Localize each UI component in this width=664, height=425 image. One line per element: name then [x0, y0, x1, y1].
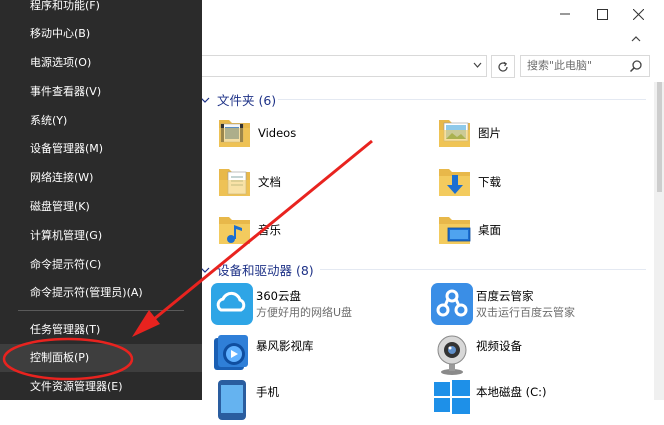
- folder-item-pictures[interactable]: 图片: [436, 114, 501, 152]
- section-divider: [278, 99, 646, 100]
- folder-label: 文档: [258, 175, 281, 189]
- folder-item-documents[interactable]: 文档: [216, 163, 281, 201]
- search-input[interactable]: [521, 56, 627, 74]
- search-icon[interactable]: [629, 59, 643, 73]
- music-folder-icon: [216, 211, 254, 249]
- media-library-icon: [210, 332, 254, 376]
- folder-label: 桌面: [478, 223, 501, 237]
- expand-ribbon-chevron-icon[interactable]: [628, 31, 644, 47]
- menu-item-event-viewer[interactable]: 事件查看器(V): [0, 78, 202, 106]
- section-title: 文件夹 (6): [217, 93, 277, 108]
- winx-context-menu: 程序和功能(F) 移动中心(B) 电源选项(O) 事件查看器(V) 系统(Y) …: [0, 0, 202, 400]
- baidu-cloud-icon: [430, 282, 474, 326]
- device-description: 方便好用的网络U盘: [256, 306, 353, 319]
- menu-item-control-panel[interactable]: 控制面板(P): [0, 344, 202, 372]
- pictures-folder-icon: [436, 114, 474, 152]
- menu-item-command-prompt[interactable]: 命令提示符(C): [0, 251, 202, 279]
- scrollbar-thumb[interactable]: [657, 82, 662, 192]
- section-divider: [320, 269, 646, 270]
- device-tile-360-cloud[interactable]: 360云盘 方便好用的网络U盘: [210, 282, 410, 328]
- address-dropdown-chevron-icon[interactable]: [470, 58, 484, 72]
- device-name: 360云盘: [256, 289, 301, 303]
- folder-label: 图片: [478, 126, 501, 140]
- devices-section-header[interactable]: 设备和驱动器 (8): [200, 260, 314, 279]
- menu-item-programs-and-features[interactable]: 程序和功能(F): [0, 0, 202, 20]
- folder-label: 音乐: [258, 223, 281, 237]
- maximize-button[interactable]: [584, 0, 620, 28]
- documents-folder-icon: [216, 163, 254, 201]
- menu-item-network-connections[interactable]: 网络连接(W): [0, 164, 202, 192]
- device-description: 双击运行百度云管家: [476, 306, 575, 319]
- menu-item-task-manager[interactable]: 任务管理器(T): [0, 316, 202, 344]
- folder-item-downloads[interactable]: 下载: [436, 163, 501, 201]
- videos-folder-icon: [216, 114, 254, 152]
- menu-item-system[interactable]: 系统(Y): [0, 107, 202, 135]
- minimize-button[interactable]: [547, 0, 583, 28]
- device-name: 手机: [256, 385, 279, 399]
- device-tile-phone[interactable]: 手机: [210, 378, 410, 424]
- phone-icon: [210, 378, 254, 422]
- folder-item-music[interactable]: 音乐: [216, 211, 281, 249]
- menu-item-command-prompt-admin[interactable]: 命令提示符(管理员)(A): [0, 279, 202, 307]
- search-box[interactable]: [520, 55, 650, 77]
- folders-section-header[interactable]: 文件夹 (6): [200, 90, 276, 109]
- menu-item-file-explorer[interactable]: 文件资源管理器(E): [0, 373, 202, 401]
- menu-item-power-options[interactable]: 电源选项(O): [0, 49, 202, 77]
- webcam-icon: [430, 332, 474, 376]
- section-title: 设备和驱动器 (8): [217, 263, 314, 278]
- device-name: 百度云管家: [476, 289, 534, 303]
- folder-item-videos[interactable]: Videos: [216, 114, 296, 152]
- cloud-drive-icon: [210, 282, 254, 326]
- refresh-icon: [498, 61, 508, 72]
- refresh-button[interactable]: [491, 55, 515, 78]
- folder-label: Videos: [258, 126, 297, 140]
- close-button[interactable]: [620, 0, 656, 28]
- desktop-folder-icon: [436, 211, 474, 249]
- menu-item-device-manager[interactable]: 设备管理器(M): [0, 135, 202, 163]
- device-tile-media-library[interactable]: 暴风影视库: [210, 332, 410, 378]
- address-bar[interactable]: [200, 55, 487, 77]
- folder-label: 下载: [478, 175, 501, 189]
- menu-item-disk-management[interactable]: 磁盘管理(K): [0, 193, 202, 221]
- downloads-folder-icon: [436, 163, 474, 201]
- device-name: 视频设备: [476, 339, 522, 353]
- device-name: 本地磁盘 (C:): [476, 385, 547, 399]
- device-tile-baidu-cloud[interactable]: 百度云管家 双击运行百度云管家: [430, 282, 650, 328]
- device-tile-video-device[interactable]: 视频设备: [430, 332, 630, 378]
- menu-item-mobility-center[interactable]: 移动中心(B): [0, 20, 202, 48]
- device-tile-local-disk-c[interactable]: 本地磁盘 (C:): [430, 378, 650, 424]
- menu-item-computer-management[interactable]: 计算机管理(G): [0, 222, 202, 250]
- folder-item-desktop[interactable]: 桌面: [436, 211, 501, 249]
- windows-drive-icon: [430, 378, 474, 422]
- device-name: 暴风影视库: [256, 339, 314, 353]
- menu-separator: [18, 310, 184, 311]
